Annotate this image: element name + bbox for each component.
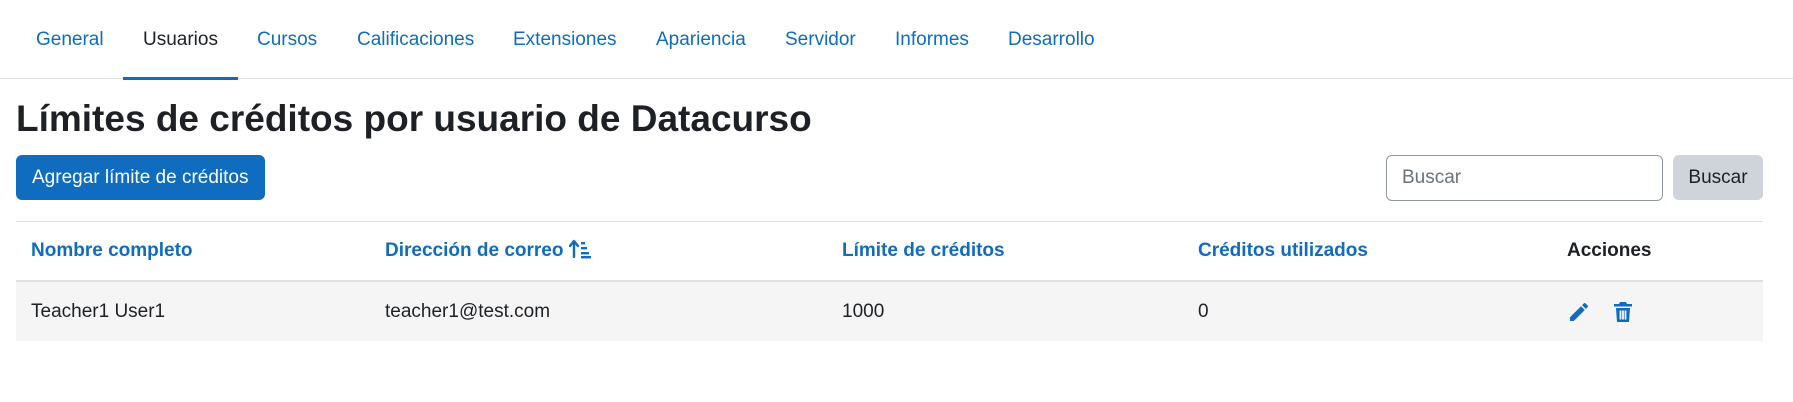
cell-full-name: Teacher1 User1 [31,301,166,322]
tab-servidor[interactable]: Servidor [785,0,856,79]
column-header-actions: Acciones [1567,240,1652,261]
table-row: Teacher1 User1 teacher1@test.com 1000 0 [16,282,1763,341]
tab-apariencia[interactable]: Apariencia [656,0,746,79]
credit-limits-table: Nombre completo Dirección de correo Lími… [16,221,1763,341]
tab-informes[interactable]: Informes [895,0,969,79]
page-title: Límites de créditos por usuario de Datac… [16,98,812,139]
cell-email: teacher1@test.com [385,301,551,322]
table-header: Nombre completo Dirección de correo Lími… [16,222,1763,282]
pencil-icon[interactable] [1567,300,1591,324]
search-button[interactable]: Buscar [1673,155,1763,200]
cell-credits-used: 0 [1198,301,1209,322]
tab-calificaciones[interactable]: Calificaciones [357,0,474,79]
tab-desarrollo[interactable]: Desarrollo [1008,0,1095,79]
column-header-full-name[interactable]: Nombre completo [31,222,193,280]
cell-credit-limit: 1000 [842,301,885,322]
column-header-credits-used[interactable]: Créditos utilizados [1198,222,1368,280]
tab-cursos[interactable]: Cursos [257,0,317,79]
sort-ascending-icon [569,239,592,259]
tab-general[interactable]: General [36,0,104,79]
column-header-credit-limit[interactable]: Límite de créditos [842,222,1005,280]
trash-icon[interactable] [1611,300,1635,324]
search-input[interactable] [1386,155,1663,201]
add-credit-limit-button[interactable]: Agregar límite de créditos [16,155,265,200]
tab-usuarios[interactable]: Usuarios [123,0,238,80]
tab-extensiones[interactable]: Extensiones [513,0,617,79]
column-header-email[interactable]: Dirección de correo [385,222,592,280]
admin-tabs: General Usuarios Cursos Calificaciones E… [0,0,1793,80]
